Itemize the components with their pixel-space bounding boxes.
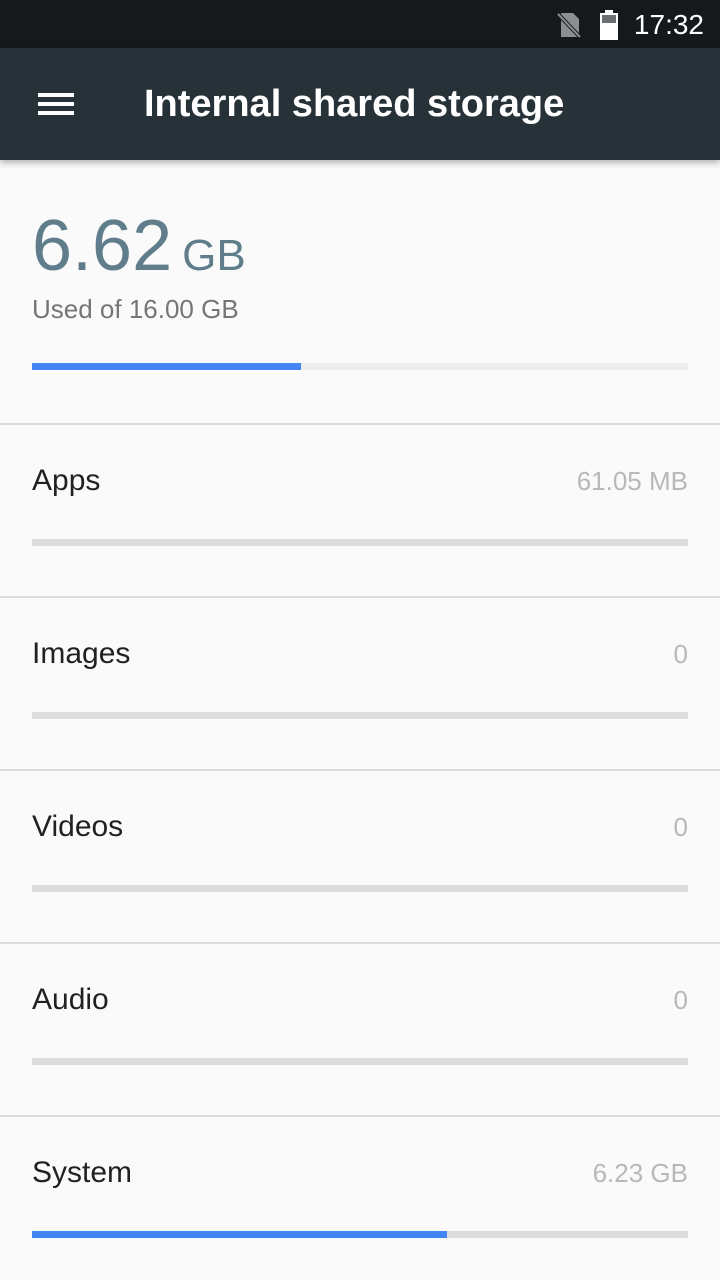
category-images[interactable]: Images 0 bbox=[0, 598, 720, 769]
used-caption: Used of 16.00 GB bbox=[32, 294, 239, 324]
status-clock: 17:32 bbox=[633, 9, 704, 40]
menu-icon bbox=[38, 93, 74, 115]
used-amount: 6.62 GB bbox=[32, 206, 246, 306]
no-sim-icon bbox=[556, 12, 582, 39]
category-label: Apps bbox=[32, 464, 101, 497]
category-usage-bar bbox=[32, 712, 688, 719]
category-videos[interactable]: Videos 0 bbox=[0, 771, 720, 942]
storage-summary: 6.62 GB Used of 16.00 GB bbox=[0, 160, 720, 424]
category-usage-bar-fill bbox=[32, 1231, 447, 1238]
category-usage-bar bbox=[32, 539, 688, 546]
category-size: 0 bbox=[673, 985, 688, 1015]
category-label: System bbox=[32, 1156, 133, 1189]
category-size: 0 bbox=[673, 639, 688, 669]
category-size: 0 bbox=[673, 812, 688, 842]
category-label: Images bbox=[32, 637, 131, 670]
total-usage-bar bbox=[32, 363, 688, 370]
app-bar: Internal shared storage bbox=[0, 48, 720, 160]
total-usage-bar-fill bbox=[32, 363, 301, 370]
page-title: Internal shared storage bbox=[144, 83, 565, 125]
category-label: Videos bbox=[32, 810, 124, 843]
category-label: Audio bbox=[32, 983, 109, 1016]
category-usage-bar bbox=[32, 885, 688, 892]
category-audio[interactable]: Audio 0 bbox=[0, 944, 720, 1115]
battery-icon bbox=[600, 10, 618, 40]
category-usage-bar bbox=[32, 1231, 688, 1238]
category-apps[interactable]: Apps 61.05 MB bbox=[0, 425, 720, 596]
category-size: 6.23 GB bbox=[592, 1158, 688, 1188]
used-value: 6.62 bbox=[32, 206, 173, 286]
used-unit: GB bbox=[182, 231, 246, 280]
category-system[interactable]: System 6.23 GB bbox=[0, 1117, 720, 1280]
category-size: 61.05 MB bbox=[576, 466, 688, 496]
category-usage-bar bbox=[32, 1058, 688, 1065]
menu-button[interactable] bbox=[20, 68, 92, 140]
status-bar: 17:32 bbox=[0, 0, 720, 48]
